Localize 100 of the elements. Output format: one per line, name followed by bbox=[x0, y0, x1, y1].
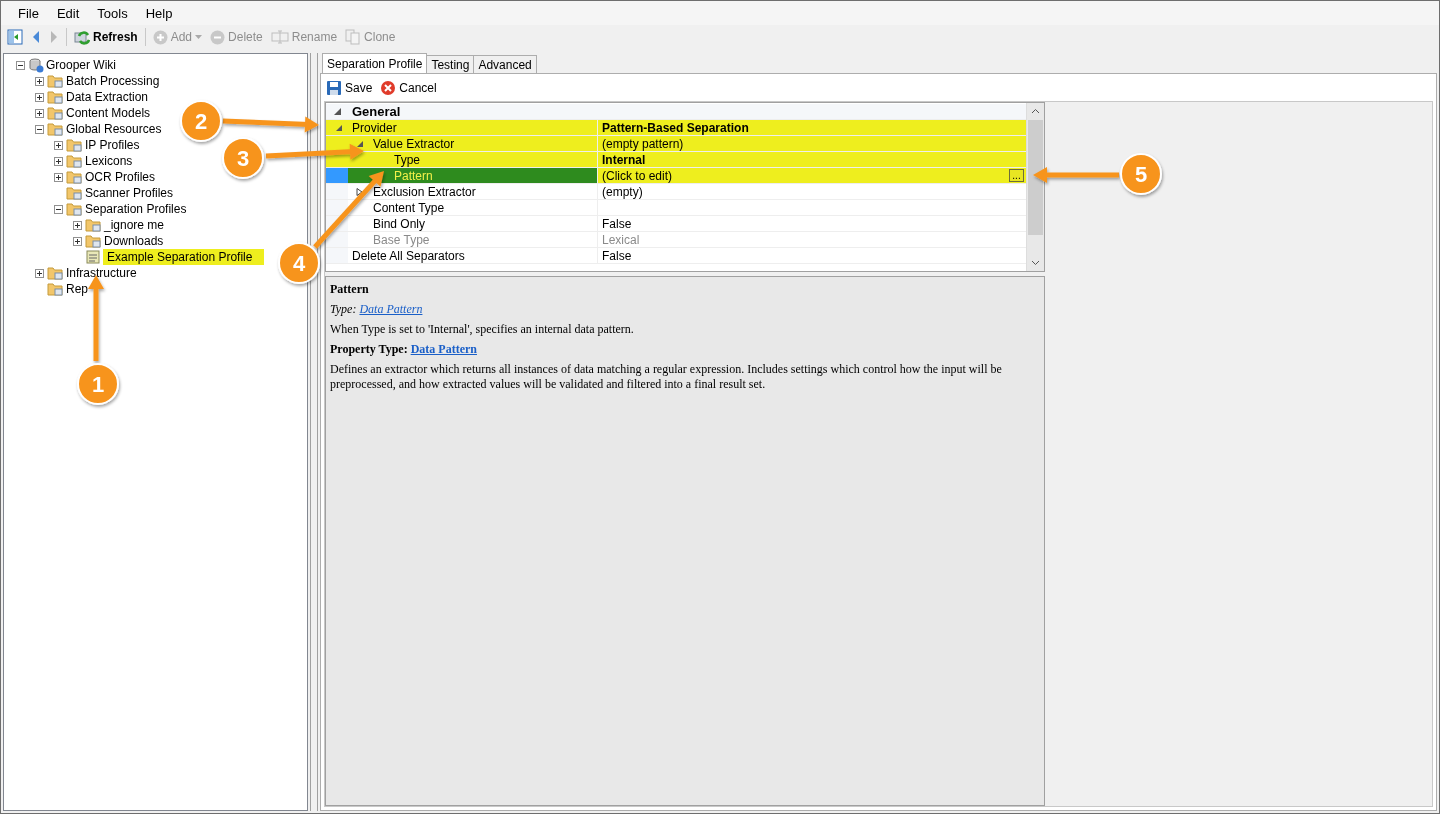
expand-icon[interactable] bbox=[72, 236, 82, 246]
tree-item[interactable]: Downloads bbox=[104, 234, 164, 248]
tree-item[interactable]: IP Profiles bbox=[85, 138, 140, 152]
property-name: Type bbox=[394, 152, 420, 167]
property-name: Pattern bbox=[394, 168, 433, 183]
save-icon bbox=[326, 80, 342, 96]
property-row[interactable]: Delete All Separators False bbox=[326, 248, 1026, 264]
folder-icon bbox=[47, 265, 64, 281]
tab[interactable]: Testing bbox=[426, 55, 475, 73]
minus-icon bbox=[210, 29, 226, 45]
tree-item[interactable]: _ignore me bbox=[104, 218, 165, 232]
tree-item[interactable]: Batch Processing bbox=[66, 74, 160, 88]
tree-item[interactable]: Scanner Profiles bbox=[85, 186, 174, 200]
property-value: False bbox=[602, 216, 632, 231]
callout-badge: 2 bbox=[180, 100, 222, 142]
tree-item[interactable]: Infrastructure bbox=[66, 266, 137, 280]
callout-badge: 1 bbox=[77, 363, 119, 405]
property-value: (Click to edit) bbox=[602, 168, 672, 183]
forward-icon bbox=[49, 30, 59, 44]
property-row[interactable]: Content Type bbox=[326, 200, 1026, 216]
rename-icon bbox=[270, 30, 289, 44]
expand-icon[interactable] bbox=[34, 76, 44, 86]
edit-button[interactable]: ... bbox=[1009, 169, 1024, 182]
help-text: Defines an extractor which returns all instances of data matching a regular expression. Includes settings which control how the input will be preprocessed, and how extracted values will be validated and filtered into a final result set. bbox=[330, 362, 1003, 392]
folder-icon bbox=[47, 73, 64, 89]
cancel-button[interactable]: Cancel bbox=[378, 80, 439, 96]
expand-icon[interactable] bbox=[53, 140, 63, 150]
folder-icon bbox=[66, 185, 83, 201]
property-value: Pattern-Based Separation bbox=[602, 120, 749, 135]
folder-icon bbox=[85, 233, 102, 249]
tree-item[interactable]: OCR Profiles bbox=[85, 170, 155, 184]
database-icon bbox=[28, 57, 44, 73]
caret-icon bbox=[195, 35, 203, 39]
property-value: False bbox=[602, 248, 632, 263]
tree-item[interactable]: Rep bbox=[66, 282, 88, 296]
property-name: Exclusion Extractor bbox=[373, 184, 476, 199]
menu-item[interactable]: Edit bbox=[47, 5, 89, 21]
property-row[interactable]: Exclusion Extractor (empty) bbox=[326, 184, 1026, 200]
tree-item[interactable]: Content Models bbox=[66, 106, 151, 120]
scrollbar[interactable] bbox=[1026, 103, 1044, 271]
menu-item[interactable]: Tools bbox=[88, 5, 137, 21]
property-name: Provider bbox=[352, 120, 397, 135]
property-name: Base Type bbox=[373, 232, 430, 247]
tree-item[interactable]: Grooper Wiki bbox=[46, 58, 116, 72]
data-pattern-link[interactable]: Data Pattern bbox=[410, 342, 477, 356]
refresh-icon bbox=[74, 29, 90, 45]
expand-icon[interactable] bbox=[53, 156, 63, 166]
help-title: Pattern bbox=[330, 282, 370, 297]
collapse-icon[interactable] bbox=[356, 140, 364, 148]
close-icon bbox=[380, 80, 397, 96]
folder-icon bbox=[47, 121, 64, 137]
property-name: Bind Only bbox=[373, 216, 426, 231]
save-button[interactable]: Save bbox=[324, 80, 375, 96]
menu-item[interactable]: Help bbox=[136, 5, 182, 21]
nav-button[interactable] bbox=[4, 28, 26, 46]
folder-icon bbox=[47, 281, 64, 297]
document-icon bbox=[85, 249, 101, 265]
expand-icon[interactable] bbox=[72, 220, 82, 230]
property-row[interactable]: Bind Only False bbox=[326, 216, 1026, 232]
tab[interactable]: Advanced bbox=[473, 55, 537, 73]
copy-icon bbox=[345, 29, 362, 45]
tree-item[interactable]: Lexicons bbox=[85, 154, 133, 168]
folder-icon bbox=[47, 89, 64, 105]
expand-icon[interactable] bbox=[34, 108, 44, 118]
folder-icon bbox=[85, 217, 102, 233]
plus-icon bbox=[152, 29, 168, 45]
folder-icon bbox=[66, 153, 83, 169]
tree-item[interactable]: Data Extraction bbox=[66, 90, 149, 104]
expand-icon[interactable] bbox=[34, 268, 44, 278]
property-value: Lexical bbox=[602, 232, 640, 247]
panel-icon bbox=[7, 29, 23, 45]
refresh-button[interactable]: Refresh bbox=[71, 28, 141, 46]
tree-item[interactable]: Global Resources bbox=[66, 122, 162, 136]
expand-icon[interactable] bbox=[34, 92, 44, 102]
property-name: Delete All Separators bbox=[352, 248, 465, 263]
expand-icon[interactable] bbox=[53, 172, 63, 182]
collapse-icon[interactable] bbox=[15, 60, 25, 70]
expand-icon[interactable] bbox=[356, 188, 364, 196]
property-name: Content Type bbox=[373, 200, 445, 215]
callout-badge: 3 bbox=[222, 137, 264, 179]
type-label: Type: bbox=[330, 302, 357, 316]
menu-item[interactable]: File bbox=[9, 5, 48, 21]
callout-badge: 4 bbox=[278, 242, 320, 284]
property-name: Value Extractor bbox=[373, 136, 455, 151]
tree-item[interactable]: Separation Profiles bbox=[85, 202, 187, 216]
collapse-icon[interactable] bbox=[333, 108, 341, 115]
collapse-icon[interactable] bbox=[34, 124, 44, 134]
folder-icon bbox=[66, 201, 83, 217]
category-heading: General bbox=[351, 104, 401, 119]
data-pattern-link[interactable]: Data Pattern bbox=[359, 302, 423, 316]
tab[interactable]: Separation Profile bbox=[322, 53, 428, 73]
collapse-icon[interactable] bbox=[335, 124, 343, 132]
back-icon bbox=[31, 30, 41, 44]
property-type-label: Property Type: bbox=[330, 342, 408, 356]
tree-item[interactable]: Example Separation Profile bbox=[103, 249, 265, 265]
callout-badge: 5 bbox=[1120, 153, 1162, 195]
collapse-icon[interactable] bbox=[53, 204, 63, 214]
property-value: (empty) bbox=[602, 184, 643, 199]
help-text: When Type is set to 'Internal', specifies an internal data pattern. bbox=[330, 322, 635, 337]
property-value: (empty pattern) bbox=[602, 136, 684, 151]
